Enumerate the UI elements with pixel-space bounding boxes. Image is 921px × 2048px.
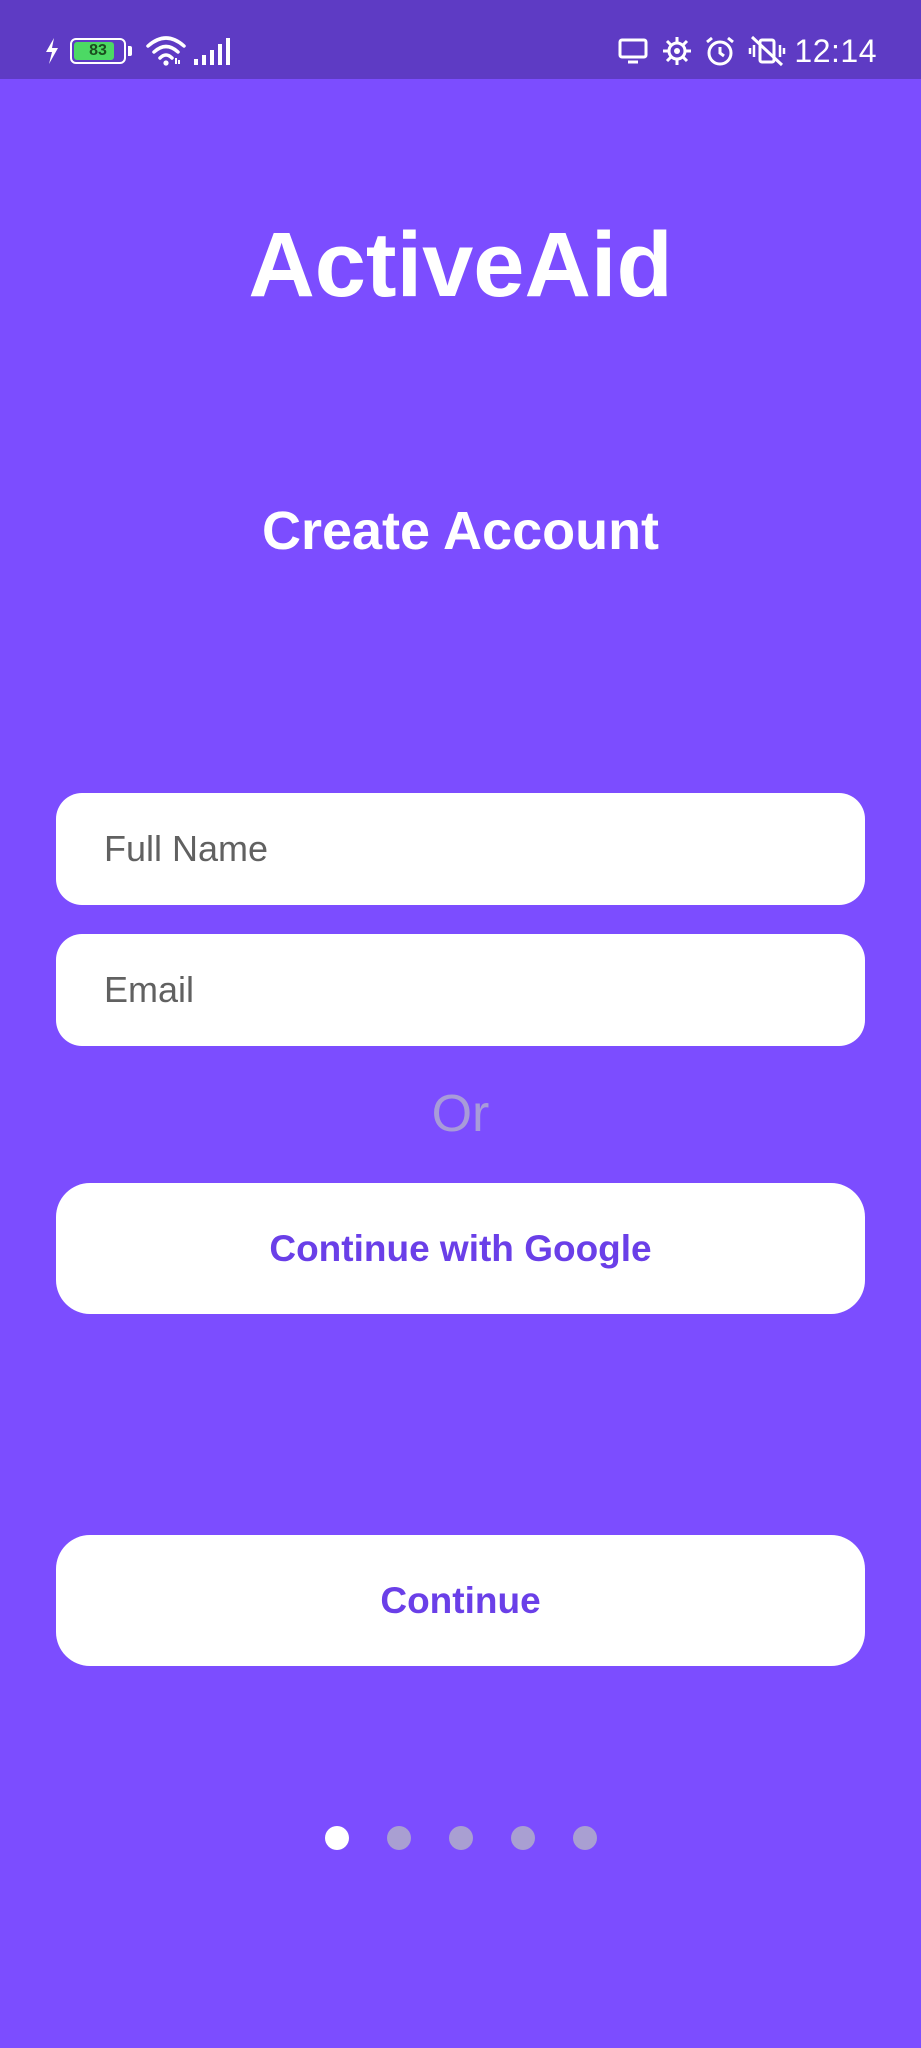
settings-gear-icon — [662, 36, 692, 66]
status-bar: 83 12:14 — [0, 0, 921, 79]
page-indicator-dot-5[interactable] — [572, 1826, 597, 1850]
alarm-clock-icon — [704, 35, 736, 67]
page-indicator-dot-3[interactable] — [448, 1826, 473, 1850]
battery-level: 83 — [89, 42, 107, 59]
status-bar-right: 12:14 — [618, 32, 877, 69]
battery-icon: 83 — [60, 38, 132, 64]
continue-button[interactable]: Continue — [56, 1535, 865, 1666]
page-title: Create Account — [261, 501, 660, 561]
wifi-icon — [146, 36, 186, 66]
screen-cast-icon — [618, 38, 648, 64]
continue-with-google-button[interactable]: Continue with Google — [56, 1183, 865, 1314]
full-name-field[interactable] — [56, 793, 865, 905]
charging-bolt-icon — [44, 38, 60, 64]
signal-bars-icon — [194, 37, 236, 65]
vibrate-off-icon — [748, 35, 786, 67]
status-bar-left: 83 — [44, 34, 236, 68]
or-divider-text: Or — [431, 1085, 490, 1143]
page-indicator-dot-2[interactable] — [386, 1826, 411, 1850]
email-field[interactable] — [56, 934, 865, 1046]
pagination-dots — [0, 1826, 921, 1850]
status-bar-time: 12:14 — [794, 32, 877, 69]
page-indicator-dot-4[interactable] — [510, 1826, 535, 1850]
app-title: ActiveAid — [248, 214, 673, 316]
page-indicator-dot-1[interactable] — [324, 1826, 349, 1850]
